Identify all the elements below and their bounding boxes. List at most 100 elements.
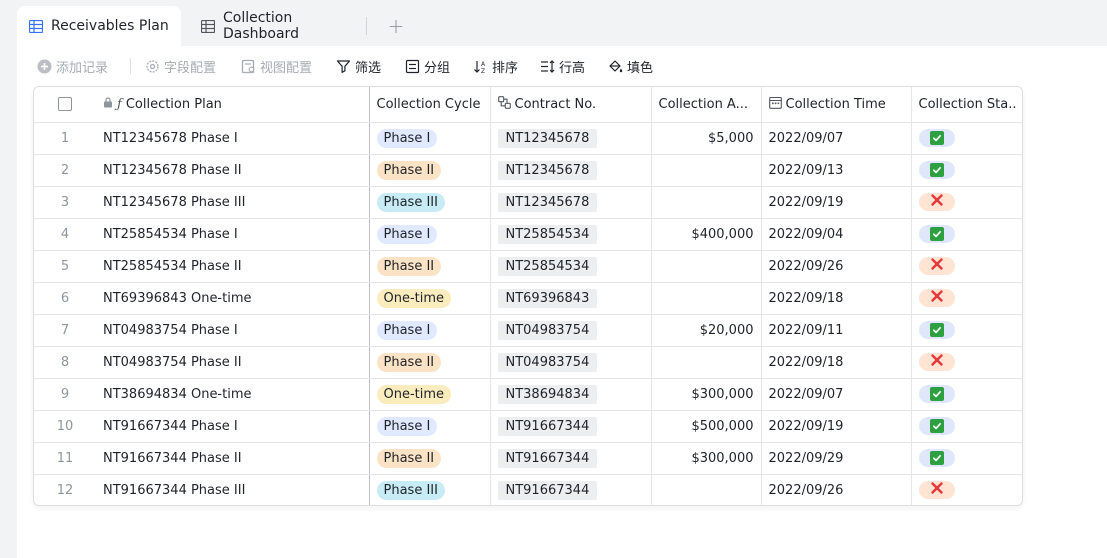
cell-collection-cycle[interactable]: Phase III: [369, 186, 491, 219]
cell-contract-no[interactable]: NT04983754: [490, 314, 652, 347]
table-row[interactable]: 5 NT25854534 Phase II Phase II NT25854534 20…: [34, 250, 1022, 283]
cell-collection-status[interactable]: [911, 378, 1022, 411]
table-row[interactable]: 9 NT38694834 One-time One-time NT38694834 $3…: [34, 378, 1022, 411]
cell-collection-cycle[interactable]: Phase II: [369, 442, 491, 475]
group-button[interactable]: 分组: [405, 56, 450, 76]
column-header-time[interactable]: Collection Time: [761, 87, 912, 123]
row-height-button[interactable]: 行高: [540, 56, 585, 76]
cell-collection-status[interactable]: [911, 314, 1022, 347]
view-config-button[interactable]: 视图配置: [241, 56, 312, 76]
cell-collection-cycle[interactable]: Phase II: [369, 346, 491, 379]
cell-collection-cycle[interactable]: Phase III: [369, 474, 491, 505]
cell-contract-no[interactable]: NT91667344: [490, 442, 652, 475]
cell-collection-plan[interactable]: NT04983754 Phase II: [96, 346, 370, 379]
cell-collection-cycle[interactable]: Phase I: [369, 410, 491, 443]
table-row[interactable]: 11 NT91667344 Phase II Phase II NT91667344 $…: [34, 442, 1022, 475]
cell-contract-no[interactable]: NT12345678: [490, 186, 652, 219]
table-row[interactable]: 10 NT91667344 Phase I Phase I NT91667344 $50…: [34, 410, 1022, 443]
tab-collection-dashboard[interactable]: Collection Dashboard: [189, 6, 365, 46]
cell-collection-status[interactable]: [911, 282, 1022, 315]
cell-contract-no[interactable]: NT91667344: [490, 410, 652, 443]
cell-collection-plan[interactable]: NT69396843 One-time: [96, 282, 370, 315]
table-row[interactable]: 6 NT69396843 One-time One-time NT69396843 20…: [34, 282, 1022, 315]
cell-collection-amount[interactable]: [651, 282, 762, 315]
cell-collection-status[interactable]: [911, 442, 1022, 475]
cell-collection-status[interactable]: [911, 186, 1022, 219]
cell-collection-amount[interactable]: $300,000: [651, 442, 762, 475]
cell-collection-amount[interactable]: $400,000: [651, 218, 762, 251]
field-config-button[interactable]: 字段配置: [145, 56, 216, 76]
cell-collection-amount[interactable]: [651, 346, 762, 379]
cell-collection-amount[interactable]: [651, 474, 762, 505]
cell-collection-plan[interactable]: NT12345678 Phase II: [96, 154, 370, 187]
add-view-button[interactable]: +: [385, 12, 407, 40]
cell-collection-status[interactable]: [911, 154, 1022, 187]
cell-collection-plan[interactable]: NT12345678 Phase I: [96, 122, 370, 155]
sort-button[interactable]: AZ 排序: [473, 56, 518, 76]
cell-contract-no[interactable]: NT25854534: [490, 218, 652, 251]
column-header-contract[interactable]: Contract No.: [490, 87, 652, 123]
cell-collection-amount[interactable]: $300,000: [651, 378, 762, 411]
table-row[interactable]: 3 NT12345678 Phase III Phase III NT12345678…: [34, 186, 1022, 219]
cell-collection-time[interactable]: 2022/09/07: [761, 378, 912, 411]
cell-collection-time[interactable]: 2022/09/07: [761, 122, 912, 155]
cell-collection-amount[interactable]: [651, 186, 762, 219]
cell-collection-time[interactable]: 2022/09/18: [761, 282, 912, 315]
column-header-status[interactable]: Collection Sta...: [911, 87, 1022, 123]
cell-collection-time[interactable]: 2022/09/04: [761, 218, 912, 251]
cell-collection-time[interactable]: 2022/09/18: [761, 346, 912, 379]
cell-collection-cycle[interactable]: Phase I: [369, 122, 491, 155]
cell-collection-status[interactable]: [911, 122, 1022, 155]
cell-contract-no[interactable]: NT69396843: [490, 282, 652, 315]
cell-collection-time[interactable]: 2022/09/29: [761, 442, 912, 475]
cell-collection-time[interactable]: 2022/09/19: [761, 186, 912, 219]
cell-collection-cycle[interactable]: One-time: [369, 282, 491, 315]
cell-collection-status[interactable]: [911, 410, 1022, 443]
table-row[interactable]: 2 NT12345678 Phase II Phase II NT12345678 20…: [34, 154, 1022, 187]
cell-collection-status[interactable]: [911, 218, 1022, 251]
table-row[interactable]: 8 NT04983754 Phase II Phase II NT04983754 20…: [34, 346, 1022, 379]
cell-collection-time[interactable]: 2022/09/19: [761, 410, 912, 443]
cell-collection-cycle[interactable]: Phase I: [369, 218, 491, 251]
cell-collection-time[interactable]: 2022/09/13: [761, 154, 912, 187]
cell-collection-plan[interactable]: NT25854534 Phase I: [96, 218, 370, 251]
cell-collection-plan[interactable]: NT38694834 One-time: [96, 378, 370, 411]
column-header-cycle[interactable]: Collection Cycle: [369, 87, 491, 123]
table-row[interactable]: 4 NT25854534 Phase I Phase I NT25854534 $400…: [34, 218, 1022, 251]
cell-contract-no[interactable]: NT38694834: [490, 378, 652, 411]
table-row[interactable]: 1 NT12345678 Phase I Phase I NT12345678 $5,0…: [34, 122, 1022, 155]
cell-collection-cycle[interactable]: Phase II: [369, 154, 491, 187]
cell-contract-no[interactable]: NT91667344: [490, 474, 652, 505]
cell-collection-time[interactable]: 2022/09/11: [761, 314, 912, 347]
cell-contract-no[interactable]: NT04983754: [490, 346, 652, 379]
cell-collection-cycle[interactable]: Phase I: [369, 314, 491, 347]
fill-color-button[interactable]: 填色: [608, 56, 653, 76]
cell-contract-no[interactable]: NT25854534: [490, 250, 652, 283]
cell-collection-amount[interactable]: $20,000: [651, 314, 762, 347]
cell-collection-status[interactable]: [911, 474, 1022, 505]
cell-collection-plan[interactable]: NT91667344 Phase I: [96, 410, 370, 443]
filter-button[interactable]: 筛选: [336, 56, 381, 76]
cell-collection-plan[interactable]: NT04983754 Phase I: [96, 314, 370, 347]
cell-collection-cycle[interactable]: One-time: [369, 378, 491, 411]
cell-collection-plan[interactable]: NT91667344 Phase II: [96, 442, 370, 475]
column-header-plan[interactable]: ƒ Collection Plan: [96, 87, 370, 123]
cell-contract-no[interactable]: NT12345678: [490, 122, 652, 155]
cell-collection-plan[interactable]: NT91667344 Phase III: [96, 474, 370, 505]
cell-contract-no[interactable]: NT12345678: [490, 154, 652, 187]
select-all-checkbox[interactable]: [58, 97, 72, 112]
cell-collection-amount[interactable]: [651, 250, 762, 283]
cell-collection-plan[interactable]: NT12345678 Phase III: [96, 186, 370, 219]
cell-collection-status[interactable]: [911, 250, 1022, 283]
cell-collection-time[interactable]: 2022/09/26: [761, 250, 912, 283]
cell-collection-amount[interactable]: $5,000: [651, 122, 762, 155]
cell-collection-time[interactable]: 2022/09/26: [761, 474, 912, 505]
column-header-amount[interactable]: Collection A...: [651, 87, 762, 123]
cell-collection-plan[interactable]: NT25854534 Phase II: [96, 250, 370, 283]
cell-collection-cycle[interactable]: Phase II: [369, 250, 491, 283]
table-row[interactable]: 7 NT04983754 Phase I Phase I NT04983754 $20,…: [34, 314, 1022, 347]
add-record-button[interactable]: 添加记录: [37, 56, 108, 76]
cell-collection-amount[interactable]: [651, 154, 762, 187]
tab-receivables-plan[interactable]: Receivables Plan: [17, 6, 181, 46]
cell-collection-status[interactable]: [911, 346, 1022, 379]
